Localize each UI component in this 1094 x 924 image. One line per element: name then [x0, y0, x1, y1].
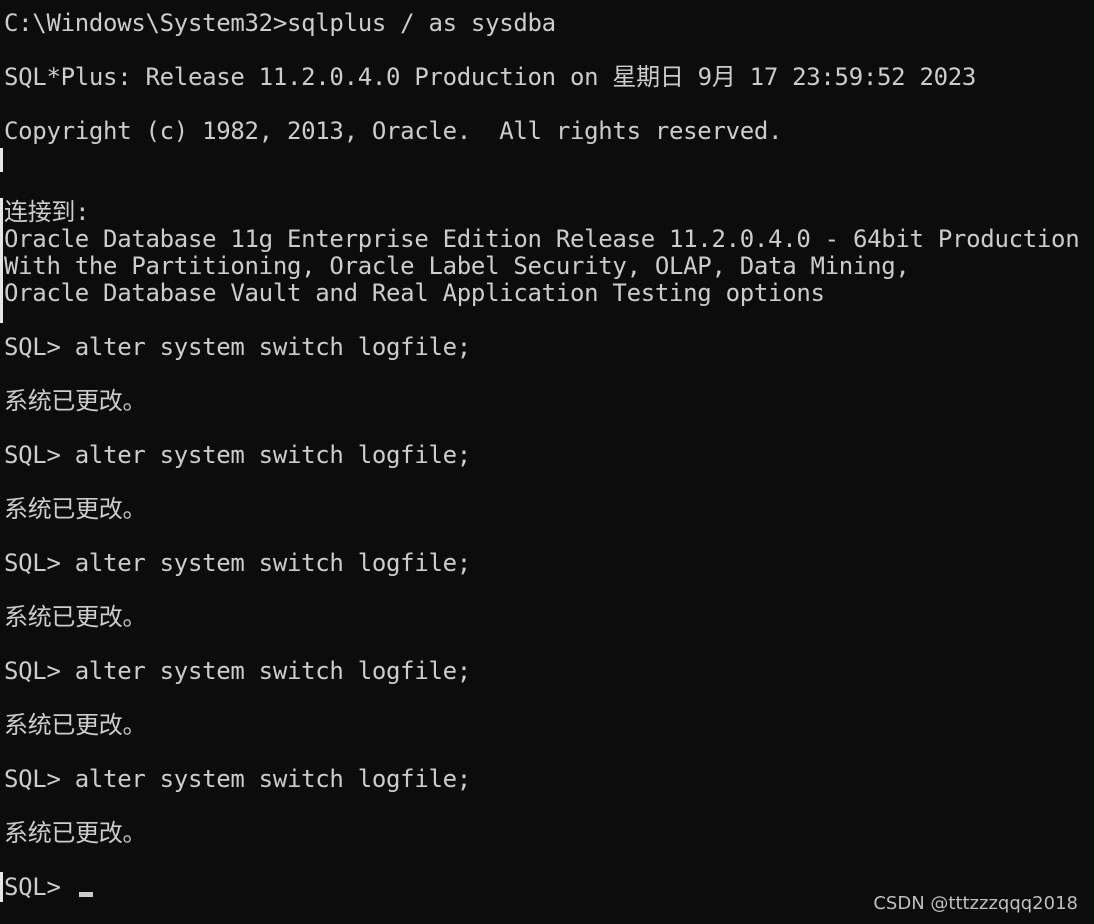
terminal-line: 系统已更改。	[4, 495, 147, 523]
selection-edge-mark	[0, 872, 3, 902]
sql-prompt: SQL>	[4, 873, 75, 901]
terminal-line: Oracle Database 11g Enterprise Edition R…	[4, 225, 1080, 253]
terminal-line: 系统已更改。	[4, 711, 147, 739]
terminal-line: 系统已更改。	[4, 819, 147, 847]
watermark: CSDN @tttzzzqqq2018	[873, 893, 1078, 914]
terminal-line: SQL> alter system switch logfile;	[4, 441, 471, 469]
terminal-line: With the Partitioning, Oracle Label Secu…	[4, 252, 910, 280]
text-cursor	[78, 892, 93, 897]
terminal-line: Oracle Database Vault and Real Applicati…	[4, 279, 825, 307]
terminal-line: C:\Windows\System32>sqlplus / as sysdba	[4, 9, 556, 37]
terminal-line: SQL> alter system switch logfile;	[4, 549, 471, 577]
terminal-line: 系统已更改。	[4, 603, 147, 631]
selection-edge-mark	[0, 198, 3, 323]
prompt-line[interactable]: SQL>	[4, 874, 93, 901]
terminal-line: 连接到:	[4, 198, 90, 226]
terminal-line: Copyright (c) 1982, 2013, Oracle. All ri…	[4, 117, 783, 145]
terminal-window[interactable]: C:\Windows\System32>sqlplus / as sysdba …	[0, 0, 1094, 924]
terminal-line: SQL> alter system switch logfile;	[4, 765, 471, 793]
selection-edge-mark	[0, 148, 3, 172]
terminal-line: 系统已更改。	[4, 387, 147, 415]
terminal-line: SQL*Plus: Release 11.2.0.4.0 Production …	[4, 63, 977, 91]
terminal-line: SQL> alter system switch logfile;	[4, 657, 471, 685]
terminal-line: SQL> alter system switch logfile;	[4, 333, 471, 361]
